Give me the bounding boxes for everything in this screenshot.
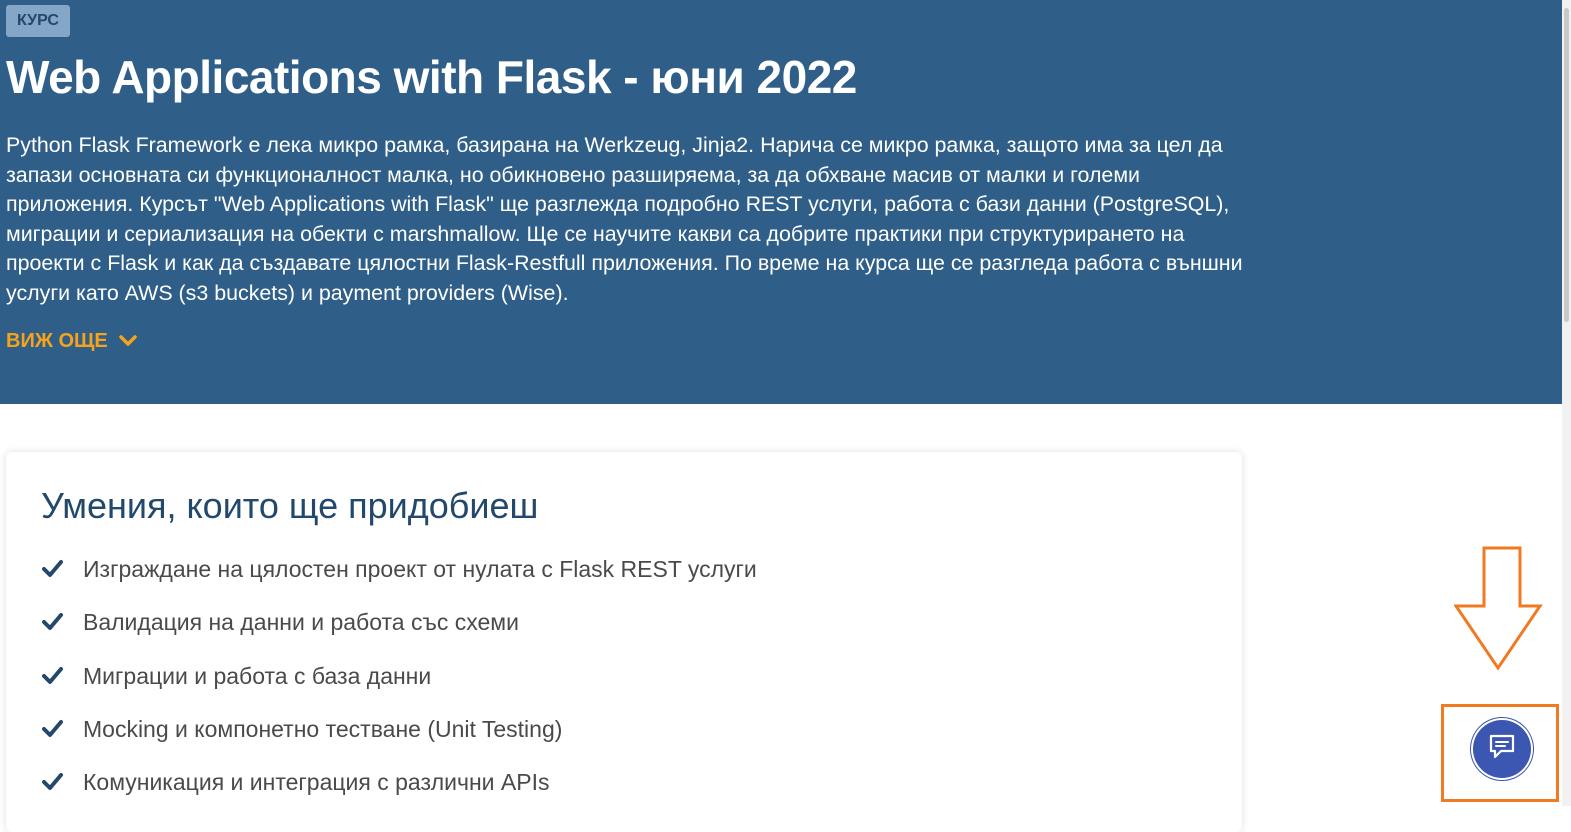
checkmark-icon — [41, 559, 64, 579]
course-badge: КУРС — [6, 5, 70, 37]
skills-card: Умения, които ще придобиеш Изграждане на… — [6, 452, 1242, 832]
checkmark-icon — [41, 719, 64, 739]
skill-item: Изграждане на цялостен проект от нулата … — [41, 552, 757, 605]
skill-label: Миграции и работа с база данни — [83, 662, 432, 689]
skill-label: Валидация на данни и работа със схеми — [83, 609, 519, 636]
skill-label: Изграждане на цялостен проект от нулата … — [83, 556, 757, 582]
chat-bubble-icon — [1487, 732, 1517, 767]
scrollbar-thumb[interactable] — [1564, 8, 1569, 322]
skill-item: Mocking и компонетно тестване (Unit Test… — [41, 712, 757, 765]
see-more-button[interactable]: ВИЖ ОЩЕ — [6, 327, 138, 355]
checkmark-icon — [41, 772, 64, 792]
skill-label: Комуникация и интеграция с различни APIs — [83, 769, 550, 796]
skills-title: Умения, които ще придобиеш — [41, 485, 539, 526]
course-description: Python Flask Framework е лека микро рамк… — [6, 133, 1243, 305]
skill-item: Комуникация и интеграция с различни APIs — [41, 765, 757, 818]
chevron-down-icon — [118, 334, 138, 348]
page-title: Web Applications with Flask - юни 2022 — [6, 51, 857, 103]
skill-item: Миграции и работа с база данни — [41, 659, 757, 712]
course-hero: КУРС Web Applications with Flask - юни 2… — [0, 0, 1562, 404]
skill-label: Mocking и компонетно тестване (Unit Test… — [83, 715, 563, 742]
skill-item: Валидация на данни и работа със схеми — [41, 605, 757, 658]
see-more-label: ВИЖ ОЩЕ — [6, 329, 108, 352]
skills-list: Изграждане на цялостен проект от нулата … — [41, 552, 757, 818]
checkmark-icon — [41, 612, 64, 632]
down-arrow-annotation — [1453, 546, 1544, 676]
checkmark-icon — [41, 666, 64, 686]
chat-button[interactable] — [1473, 720, 1531, 778]
